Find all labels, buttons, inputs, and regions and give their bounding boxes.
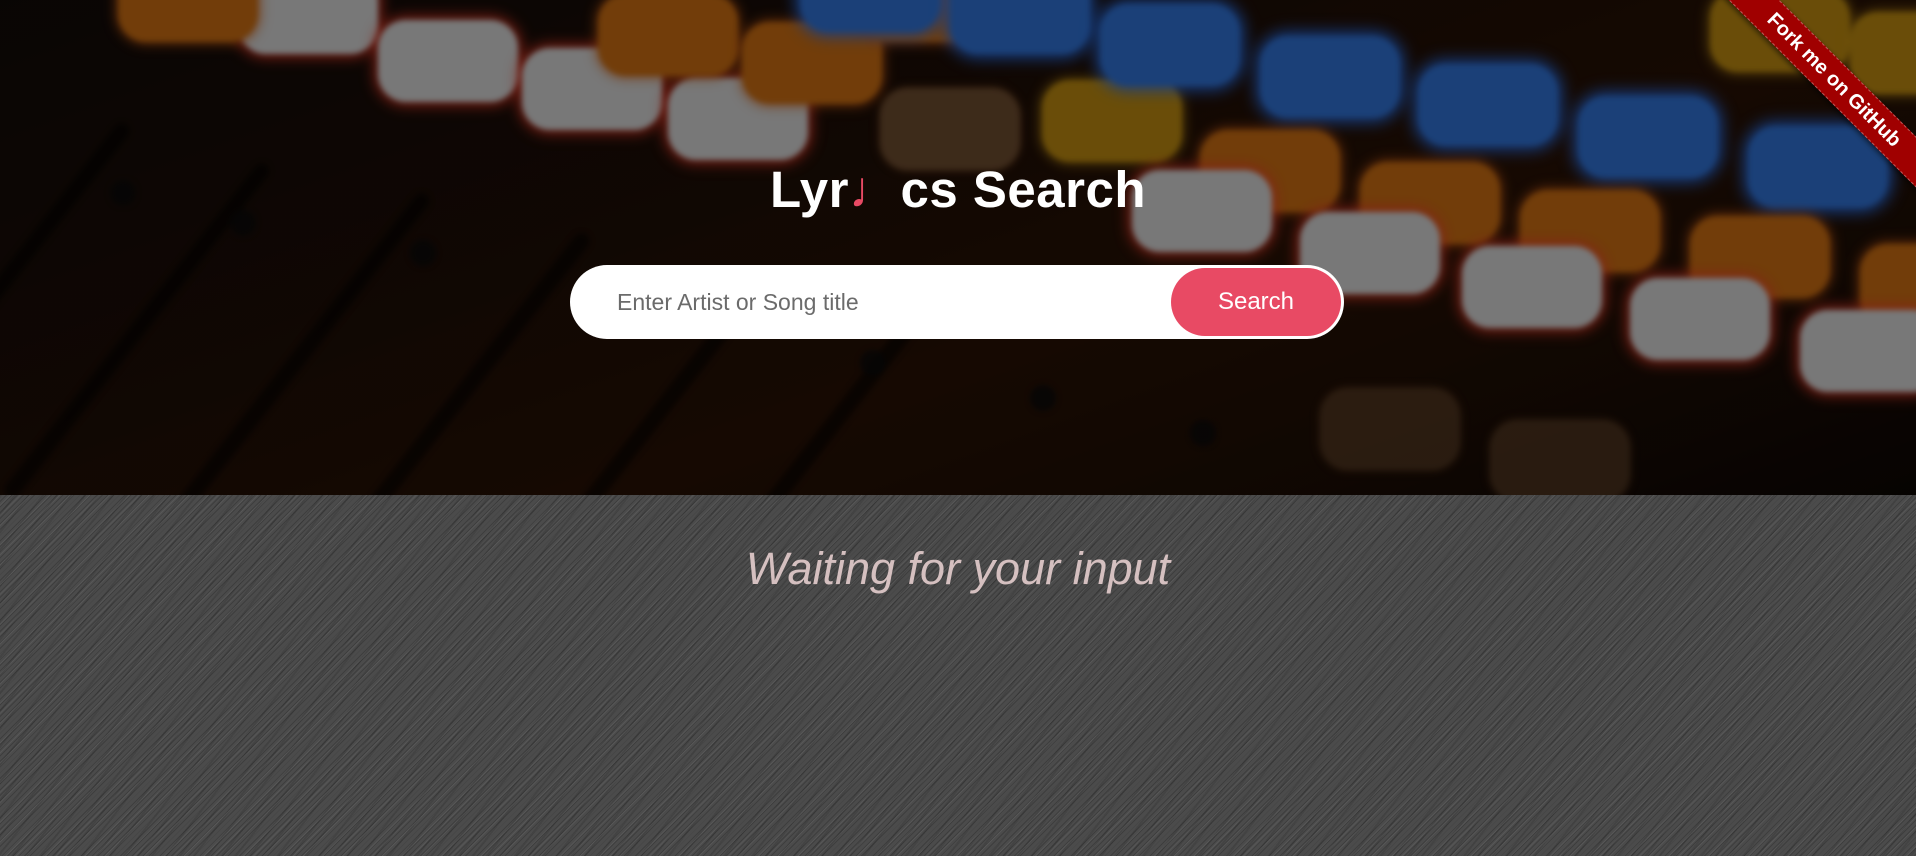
hero-banner: Lyr♩cs Search Search Fork me on GitHub	[0, 0, 1916, 495]
search-button[interactable]: Search	[1171, 268, 1341, 336]
status-message: Waiting for your input	[745, 543, 1171, 594]
search-input[interactable]	[570, 265, 1160, 339]
github-ribbon: Fork me on GitHub	[1701, 0, 1916, 215]
music-note-icon: ♩	[848, 161, 901, 218]
page-title: Lyr♩cs Search	[0, 160, 1916, 219]
title-prefix: Lyr	[770, 161, 849, 218]
results-area: Waiting for your input	[0, 495, 1916, 856]
fork-me-on-github-link[interactable]: Fork me on GitHub	[1708, 0, 1916, 206]
title-suffix: cs Search	[900, 161, 1146, 218]
search-form: Search	[570, 265, 1344, 339]
